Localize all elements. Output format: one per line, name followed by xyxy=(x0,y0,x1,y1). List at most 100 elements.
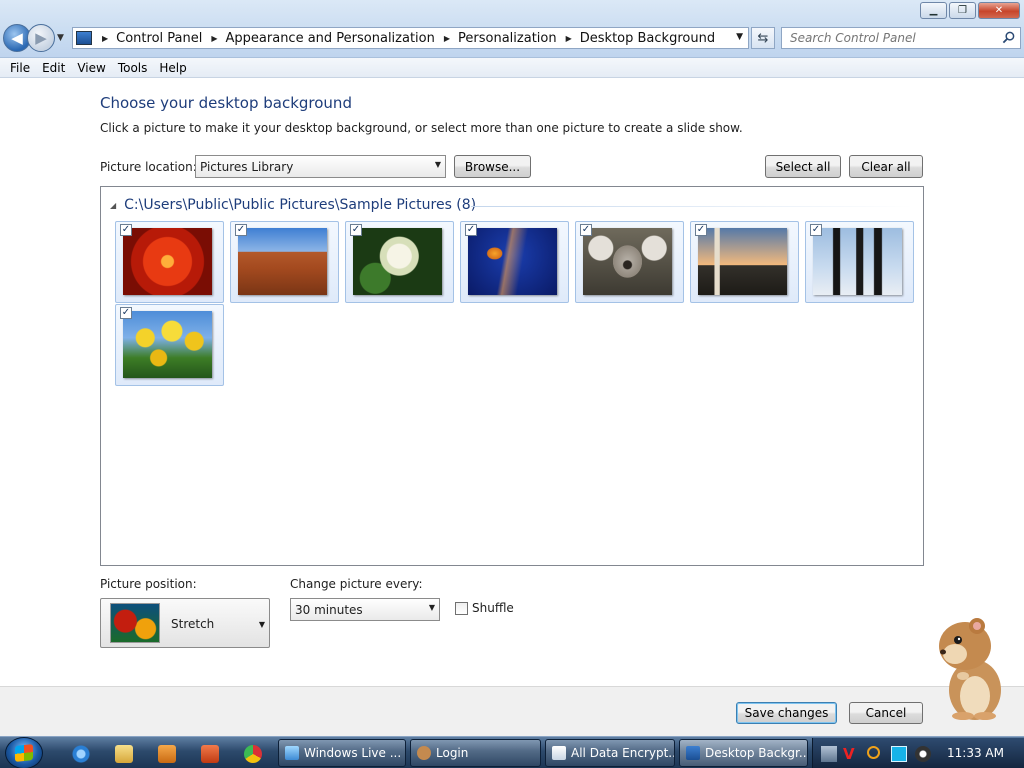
picture-location-value: Pictures Library xyxy=(200,159,294,174)
breadcrumb-arrow-icon[interactable]: ▶ xyxy=(211,34,217,43)
picture-location-select[interactable]: Pictures Library ▼ xyxy=(195,155,446,178)
app-launcher-icon[interactable] xyxy=(201,745,219,763)
picture-gallery: ◢ C:\Users\Public\Public Pictures\Sample… xyxy=(100,186,924,566)
taskbar-item-encrypt[interactable]: All Data Encrypt... xyxy=(545,739,675,767)
search-tray-icon[interactable] xyxy=(867,746,880,759)
picture-checkbox[interactable]: ✓ xyxy=(120,224,132,236)
menu-edit[interactable]: Edit xyxy=(36,61,71,75)
network-icon[interactable] xyxy=(821,746,837,762)
picture-checkbox[interactable]: ✓ xyxy=(465,224,477,236)
breadcrumb-arrow-icon[interactable]: ▶ xyxy=(566,34,572,43)
control-panel-icon xyxy=(76,31,92,45)
picture-checkbox[interactable]: ✓ xyxy=(350,224,362,236)
task-label: All Data Encrypt... xyxy=(571,746,675,760)
picture-tile-penguins[interactable]: ✓ xyxy=(805,221,914,303)
refresh-button[interactable]: ⇆ xyxy=(751,27,775,49)
picture-checkbox[interactable]: ✓ xyxy=(810,224,822,236)
picture-tile-koala[interactable]: ✓ xyxy=(575,221,684,303)
picture-checkbox[interactable]: ✓ xyxy=(120,307,132,319)
picture-tile-tulips[interactable]: ✓ xyxy=(115,304,224,386)
hamster-app-icon xyxy=(417,746,431,760)
antivirus-icon[interactable]: V xyxy=(843,746,859,762)
position-preview-image xyxy=(110,603,160,643)
window-titlebar: ▁ ❐ ✕ ◀ ▶ ▼ ▶ Control Panel ▶ Appearance… xyxy=(0,0,1024,58)
picture-tile-chrysanthemum[interactable]: ✓ xyxy=(115,221,224,303)
recent-pages-dropdown-icon[interactable]: ▼ xyxy=(57,33,64,43)
taskbar-clock[interactable]: 11:33 AM xyxy=(947,746,1004,760)
hamster-mascot xyxy=(939,618,1001,720)
speaker-icon[interactable] xyxy=(915,746,931,762)
change-interval-select[interactable]: 30 minutes ▼ xyxy=(290,598,440,621)
collapse-triangle-icon[interactable]: ◢ xyxy=(110,201,116,210)
task-label: Windows Live ... xyxy=(304,746,402,760)
menu-view[interactable]: View xyxy=(71,61,111,75)
picture-position-value: Stretch xyxy=(171,617,215,631)
search-input[interactable] xyxy=(790,31,990,45)
breadcrumb-personalization[interactable]: Personalization xyxy=(458,31,557,46)
change-interval-value: 30 minutes xyxy=(295,602,363,617)
breadcrumb-arrow-icon[interactable]: ▶ xyxy=(102,34,108,43)
picture-tile-jellyfish[interactable]: ✓ xyxy=(460,221,569,303)
close-button[interactable]: ✕ xyxy=(978,2,1020,19)
page-title: Choose your desktop background xyxy=(100,94,352,112)
checkbox-icon[interactable] xyxy=(455,601,468,615)
document-icon xyxy=(552,746,566,760)
picture-position-label: Picture position: xyxy=(100,577,197,591)
address-dropdown-icon[interactable]: ▼ xyxy=(736,32,743,42)
breadcrumb-appearance[interactable]: Appearance and Personalization xyxy=(226,31,435,46)
picture-tile-desert[interactable]: ✓ xyxy=(230,221,339,303)
tulips-thumbnail xyxy=(123,311,212,378)
monitor-icon[interactable] xyxy=(891,746,907,762)
menu-file[interactable]: File xyxy=(4,61,36,75)
control-panel-icon xyxy=(686,746,700,760)
select-all-button[interactable]: Select all xyxy=(765,155,841,178)
menu-bar: File Edit View Tools Help xyxy=(0,58,1024,78)
taskbar-item-login[interactable]: Login xyxy=(410,739,541,767)
chrome-icon[interactable] xyxy=(244,745,262,763)
menu-tools[interactable]: Tools xyxy=(112,61,154,75)
picture-checkbox[interactable]: ✓ xyxy=(580,224,592,236)
search-box[interactable] xyxy=(781,27,1021,49)
internet-explorer-icon[interactable] xyxy=(72,745,90,763)
picture-tile-hydrangeas[interactable]: ✓ xyxy=(345,221,454,303)
clear-all-button[interactable]: Clear all xyxy=(849,155,923,178)
shuffle-checkbox[interactable]: Shuffle xyxy=(455,601,514,615)
breadcrumb-desktop-background[interactable]: Desktop Background xyxy=(580,31,715,46)
address-bar[interactable]: ▶ Control Panel ▶ Appearance and Persona… xyxy=(72,27,749,49)
windows-explorer-icon[interactable] xyxy=(115,745,133,763)
forward-button[interactable]: ▶ xyxy=(27,24,55,52)
page-description: Click a picture to make it your desktop … xyxy=(100,121,743,135)
koala-thumbnail xyxy=(583,228,672,295)
chevron-down-icon: ▼ xyxy=(434,160,441,169)
hydrangeas-thumbnail xyxy=(353,228,442,295)
lighthouse-thumbnail xyxy=(698,228,787,295)
windows-live-icon xyxy=(285,746,299,760)
menu-help[interactable]: Help xyxy=(153,61,192,75)
breadcrumb-control-panel[interactable]: Control Panel xyxy=(116,31,202,46)
chrysanthemum-thumbnail xyxy=(123,228,212,295)
picture-checkbox[interactable]: ✓ xyxy=(695,224,707,236)
breadcrumb-arrow-icon[interactable]: ▶ xyxy=(444,34,450,43)
minimize-button[interactable]: ▁ xyxy=(920,2,947,19)
taskbar-item-windows-live[interactable]: Windows Live ... xyxy=(278,739,406,767)
save-changes-button[interactable]: Save changes xyxy=(736,702,837,724)
taskbar: Windows Live ... Login All Data Encrypt.… xyxy=(0,736,1024,768)
maximize-button[interactable]: ❐ xyxy=(949,2,976,19)
taskbar-item-desktop-background[interactable]: Desktop Backgr... xyxy=(679,739,808,767)
start-button[interactable] xyxy=(5,737,43,768)
chevron-down-icon: ▼ xyxy=(258,620,265,629)
desert-thumbnail xyxy=(238,228,327,295)
picture-location-label: Picture location: xyxy=(100,160,197,174)
system-tray: V 11:33 AM xyxy=(812,738,1024,768)
shuffle-label: Shuffle xyxy=(472,601,514,615)
picture-tile-lighthouse[interactable]: ✓ xyxy=(690,221,799,303)
picture-checkbox[interactable]: ✓ xyxy=(235,224,247,236)
browse-button[interactable]: Browse... xyxy=(454,155,531,178)
cancel-button[interactable]: Cancel xyxy=(849,702,923,724)
picture-group-header[interactable]: ◢ C:\Users\Public\Public Pictures\Sample… xyxy=(110,197,476,213)
penguins-thumbnail xyxy=(813,228,902,295)
search-icon[interactable] xyxy=(1002,31,1015,44)
media-player-icon[interactable] xyxy=(158,745,176,763)
picture-position-select[interactable]: Stretch ▼ xyxy=(100,598,270,648)
window-controls: ▁ ❐ ✕ xyxy=(918,2,1020,19)
